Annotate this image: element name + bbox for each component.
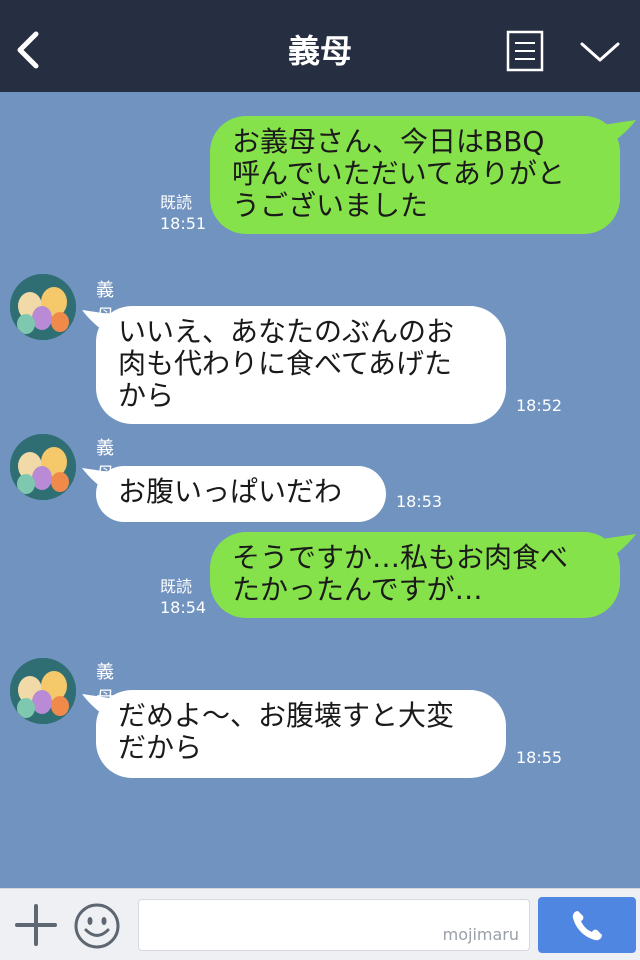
chevron-down-icon[interactable]	[578, 38, 622, 66]
balloon-avatar-icon	[10, 434, 76, 500]
chat-title: 義母	[287, 32, 352, 70]
watermark: mojimaru	[442, 925, 519, 944]
avatar[interactable]	[10, 274, 76, 340]
message-time: 18:51	[160, 214, 207, 233]
message-bubble[interactable]: だめよ〜、お腹壊すと大変 だから	[96, 690, 506, 778]
plus-icon[interactable]	[14, 903, 58, 947]
message-line: うございました	[232, 189, 429, 222]
message-time: 18:55	[516, 748, 563, 767]
avatar[interactable]	[10, 434, 76, 500]
message-bubble[interactable]: お義母さん、今日はBBQ 呼んでいただいてありがと うございました	[210, 116, 620, 234]
message-bubble[interactable]: そうですか…私もお肉食べ たかったんですが…	[210, 532, 620, 618]
message-line: 呼んでいただいてありがと	[232, 157, 565, 190]
input-bar: mojimaru	[0, 888, 640, 960]
message-line: だめよ〜、お腹壊すと大変	[118, 699, 455, 732]
message-bubble[interactable]: お腹いっぱいだわ	[96, 466, 386, 522]
message-time: 18:52	[516, 396, 563, 415]
message-line: いいえ、あなたのぶんのお	[118, 315, 455, 348]
message-line: お義母さん、今日はBBQ	[232, 125, 545, 158]
message-line: そうですか…私もお肉食べ	[232, 541, 569, 574]
message-meta: 既読 18:54	[160, 576, 206, 618]
chat-area[interactable]: 既読 18:51 お義母さん、今日はBBQ 呼んでいただいてありがと うございま…	[0, 92, 640, 888]
balloon-avatar-icon	[10, 658, 76, 724]
message-bubble[interactable]: いいえ、あなたのぶんのお 肉も代わりに食べてあげた から	[96, 306, 506, 424]
smile-icon[interactable]	[72, 901, 122, 951]
message-input[interactable]: mojimaru	[138, 899, 530, 951]
message-time: 18:53	[396, 492, 443, 511]
read-receipt: 既読	[160, 577, 193, 596]
message-line: たかったんですが…	[232, 573, 483, 606]
message-line: だから	[118, 731, 203, 764]
balloon-avatar-icon	[10, 274, 76, 340]
header-bar: 義母	[0, 0, 640, 92]
message-meta: 既読 18:51	[160, 192, 206, 234]
notes-icon[interactable]	[506, 30, 544, 72]
message-line: から	[118, 379, 175, 412]
message-time: 18:54	[160, 598, 207, 617]
read-receipt: 既読	[160, 193, 193, 212]
message-line: お腹いっぱいだわ	[118, 475, 343, 508]
phone-icon	[572, 911, 602, 941]
message-line: 肉も代わりに食べてあげた	[118, 347, 453, 380]
avatar[interactable]	[10, 658, 76, 724]
call-button[interactable]	[538, 897, 636, 953]
